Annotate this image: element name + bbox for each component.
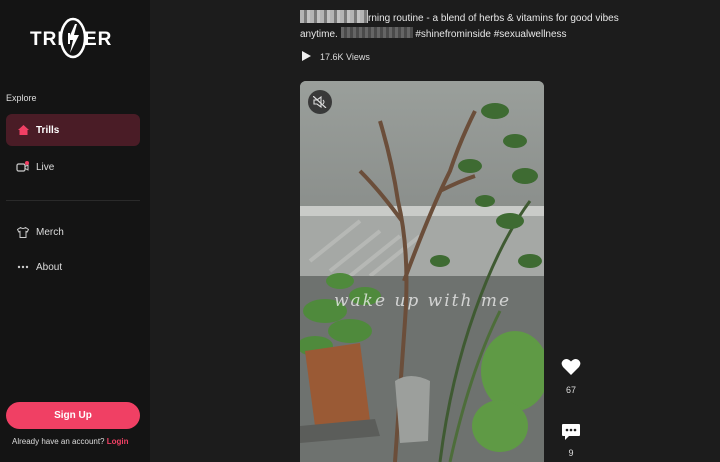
- live-camera-icon: [16, 161, 30, 173]
- sidebar-item-label: Live: [36, 161, 55, 173]
- sidebar-divider: [6, 200, 140, 201]
- caption-line-1: rning routine - a blend of herbs & vitam…: [368, 13, 619, 24]
- view-count: 17.6K Views: [302, 51, 370, 63]
- sidebar-item-trills[interactable]: Trills: [6, 114, 140, 146]
- logo-emblem-icon: [59, 17, 87, 59]
- sidebar-item-label: Merch: [36, 226, 64, 238]
- redacted-username: [300, 10, 368, 23]
- dots-icon: [16, 265, 30, 269]
- post-caption: rning routine - a blend of herbs & vitam…: [300, 10, 630, 43]
- video-frame-image: [300, 81, 544, 462]
- home-icon: [16, 125, 30, 135]
- views-label: 17.6K Views: [320, 52, 370, 62]
- sidebar-item-live[interactable]: Live: [6, 151, 140, 183]
- triller-logo[interactable]: TRI ER: [30, 16, 120, 62]
- heart-icon: [561, 359, 581, 375]
- sidebar-item-label: Trills: [36, 124, 60, 136]
- login-prompt: Already have an account? Login: [12, 437, 129, 446]
- caption-hashtags[interactable]: #shinefrominside #sexualwellness: [415, 29, 566, 40]
- caption-line-2-prefix: anytime.: [300, 29, 338, 40]
- sidebar-item-about[interactable]: About: [6, 251, 140, 283]
- like-action[interactable]: 67: [558, 358, 584, 395]
- sidebar-item-label: About: [36, 261, 63, 273]
- signup-button[interactable]: Sign Up: [6, 402, 140, 429]
- login-prompt-text: Already have an account?: [12, 437, 105, 446]
- comment-count: 9: [568, 448, 574, 458]
- mute-button[interactable]: [308, 90, 332, 114]
- explore-heading: Explore: [6, 93, 37, 103]
- comment-action[interactable]: 9: [558, 423, 584, 458]
- sidebar: TRI ER Explore Trills Live Merch About S…: [0, 0, 150, 462]
- like-count: 67: [565, 385, 576, 395]
- logo-text-right: ER: [84, 29, 113, 50]
- video-player[interactable]: wake up with me: [300, 81, 544, 462]
- sidebar-item-merch[interactable]: Merch: [6, 216, 140, 248]
- play-icon: [302, 51, 311, 63]
- video-overlay-text: wake up with me: [334, 291, 512, 311]
- speaker-muted-icon: [313, 96, 327, 108]
- tshirt-icon: [16, 226, 30, 238]
- login-link[interactable]: Login: [107, 437, 129, 446]
- comment-icon: [562, 424, 580, 440]
- redacted-hashtag: [340, 27, 413, 38]
